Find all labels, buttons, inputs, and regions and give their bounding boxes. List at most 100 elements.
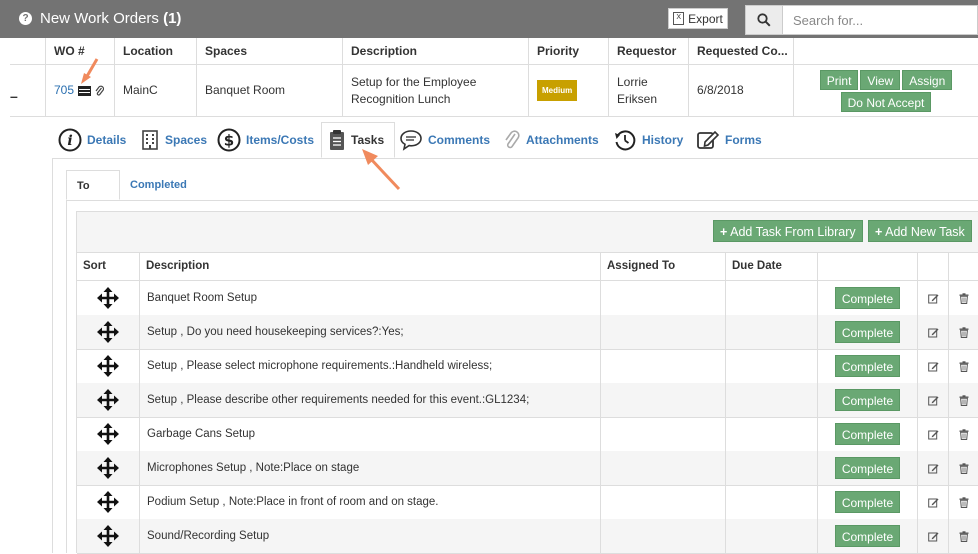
tab-comments-label: Comments (428, 133, 491, 147)
complete-button[interactable]: Complete (834, 457, 901, 479)
add-task-from-library-button[interactable]: + Add Task From Library (713, 220, 863, 242)
complete-cell: Complete (817, 315, 917, 349)
move-icon[interactable] (96, 354, 120, 378)
due-date-cell (725, 519, 817, 553)
complete-button[interactable]: Complete (834, 389, 901, 411)
delete-cell (948, 349, 978, 383)
complete-button[interactable]: Complete (834, 525, 901, 547)
wo-number-link[interactable]: 705 (54, 82, 74, 99)
tab-forms[interactable]: Forms (696, 122, 762, 158)
search-input[interactable] (782, 5, 978, 35)
actions-row: Print View Assign (819, 69, 953, 90)
trash-icon[interactable] (959, 394, 969, 406)
table-row: Setup , Please select microphone require… (77, 349, 978, 384)
edit-icon[interactable] (927, 395, 939, 406)
assign-button[interactable]: Assign (902, 69, 953, 90)
task-description-cell: Podium Setup , Note:Place in front of ro… (139, 485, 600, 519)
edit-cell (917, 315, 948, 349)
move-icon[interactable] (96, 422, 120, 446)
edit-icon[interactable] (927, 361, 939, 372)
complete-button[interactable]: Complete (834, 423, 901, 445)
edit-icon[interactable] (927, 429, 939, 440)
complete-button[interactable]: Complete (834, 321, 901, 343)
add-new-task-button[interactable]: + Add New Task (868, 220, 972, 242)
help-icon[interactable]: ? (19, 12, 32, 25)
tasks-table-header: Sort Description Assigned To Due Date (77, 252, 978, 281)
move-icon[interactable] (96, 320, 120, 344)
edit-icon[interactable] (927, 497, 939, 508)
task-description: Setup , Please describe other requiremen… (147, 394, 530, 406)
col-task-description[interactable]: Description (139, 252, 600, 280)
delete-cell (948, 417, 978, 451)
col-assigned-to[interactable]: Assigned To (600, 252, 725, 280)
edit-cell (917, 485, 948, 519)
col-description[interactable]: Description (342, 38, 528, 64)
print-button[interactable]: Print (819, 69, 859, 90)
col-requestor[interactable]: Requestor (608, 38, 688, 64)
tab-forms-label: Forms (725, 133, 762, 147)
trash-icon[interactable] (959, 326, 969, 338)
tab-spaces[interactable]: Spaces (140, 122, 207, 158)
requestor-first: Lorrie (617, 74, 648, 89)
move-icon[interactable] (96, 490, 120, 514)
sort-cell (77, 349, 139, 383)
complete-cell: Complete (817, 281, 917, 315)
task-description: Microphones Setup , Note:Place on stage (147, 462, 360, 474)
add-task-from-library-label: Add Task From Library (730, 225, 856, 239)
edit-cell (917, 383, 948, 417)
due-date-cell (725, 383, 817, 417)
col-location[interactable]: Location (114, 38, 196, 64)
subtab-to-do[interactable]: To DO (66, 170, 120, 222)
edit-icon[interactable] (927, 293, 939, 304)
col-spaces[interactable]: Spaces (196, 38, 342, 64)
subtab-completed[interactable]: Completed (120, 170, 197, 200)
sort-cell (77, 281, 139, 315)
tab-items-costs[interactable]: $ Items/Costs (217, 122, 314, 158)
edit-icon[interactable] (927, 327, 939, 338)
col-sort[interactable]: Sort (77, 252, 139, 280)
tab-attachments[interactable]: Attachments (503, 122, 599, 158)
move-icon[interactable] (96, 456, 120, 480)
trash-icon[interactable] (959, 530, 969, 542)
edit-icon[interactable] (927, 531, 939, 542)
search-button[interactable] (745, 5, 783, 35)
priority-badge: Medium (537, 80, 578, 101)
complete-cell: Complete (817, 451, 917, 485)
do-not-accept-button[interactable]: Do Not Accept (840, 91, 932, 112)
view-button[interactable]: View (860, 69, 901, 90)
move-icon[interactable] (96, 524, 120, 548)
col-requested-completion[interactable]: Requested Co... (688, 38, 793, 64)
due-date-cell (725, 349, 817, 383)
export-button[interactable]: X Export (668, 8, 728, 29)
form-edit-icon (697, 130, 720, 149)
tab-spaces-label: Spaces (165, 133, 208, 147)
paperclip-icon[interactable] (95, 85, 105, 97)
edit-icon[interactable] (927, 463, 939, 474)
complete-button[interactable]: Complete (834, 491, 901, 513)
work-order-table-header: WO # Location Spaces Description Priorit… (10, 38, 978, 65)
tab-comments[interactable]: Comments (399, 122, 490, 158)
col-priority[interactable]: Priority (528, 38, 608, 64)
move-icon[interactable] (96, 286, 120, 310)
subtab-left-border (66, 200, 67, 553)
description-cell: Setup for the Employee Recognition Lunch (342, 65, 528, 116)
svg-text:i: i (67, 133, 72, 149)
edit-cell (917, 281, 948, 315)
trash-icon[interactable] (959, 360, 969, 372)
edit-cell (917, 519, 948, 553)
complete-cell: Complete (817, 349, 917, 383)
trash-icon[interactable] (959, 462, 969, 474)
spaces-cell: Banquet Room (196, 65, 342, 116)
complete-button[interactable]: Complete (834, 287, 901, 309)
task-description-cell: Garbage Cans Setup (139, 417, 600, 451)
trash-icon[interactable] (959, 496, 969, 508)
tab-history[interactable]: History (613, 122, 683, 158)
trash-icon[interactable] (959, 428, 969, 440)
col-due-date[interactable]: Due Date (725, 252, 817, 280)
move-icon[interactable] (96, 388, 120, 412)
trash-icon[interactable] (959, 292, 969, 304)
requestor-cell: Lorrie Eriksen (608, 65, 688, 116)
tab-details[interactable]: i Details (58, 122, 126, 158)
complete-button[interactable]: Complete (834, 355, 901, 377)
info-icon: i (58, 128, 82, 152)
